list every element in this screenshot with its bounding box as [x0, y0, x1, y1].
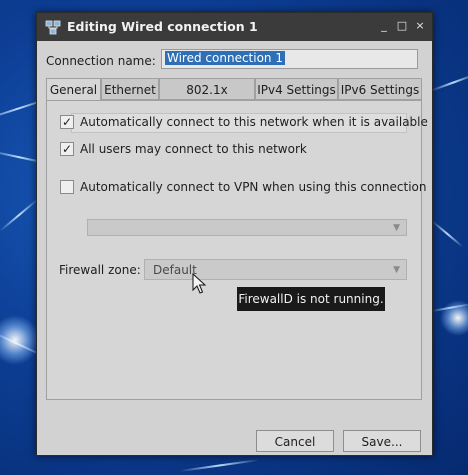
network-icon [45, 20, 61, 35]
all-users-checkbox[interactable]: ✓ [60, 142, 74, 156]
minimize-button[interactable]: _ [377, 19, 391, 33]
check-icon: ✓ [61, 142, 73, 156]
close-button[interactable]: × [413, 19, 427, 33]
cancel-button[interactable]: Cancel [256, 430, 334, 452]
firewall-tooltip: FirewallD is not running. [237, 287, 385, 311]
connection-name-value: Wired connection 1 [165, 51, 285, 65]
save-button[interactable]: Save... [343, 430, 421, 452]
window-title: Editing Wired connection 1 [67, 19, 258, 34]
chevron-down-icon: ▼ [393, 223, 400, 233]
firewall-zone-value: Default [153, 263, 197, 277]
edit-connection-window: Editing Wired connection 1 _ □ × Connect… [36, 12, 433, 456]
tab-bar: General Ethernet 802.1x Security IPv4 Se… [46, 78, 422, 119]
auto-connect-checkbox[interactable]: ✓ [60, 115, 74, 129]
title-bar[interactable]: Editing Wired connection 1 _ □ × [37, 13, 432, 41]
all-users-label: All users may connect to this network [80, 142, 307, 156]
tab-8021x-security[interactable]: 802.1x Security [159, 78, 255, 119]
chevron-down-icon: ▼ [393, 265, 400, 275]
tab-ethernet[interactable]: Ethernet [101, 78, 159, 100]
vpn-auto-connect-label: Automatically connect to VPN when using … [80, 180, 427, 194]
tab-ipv4-settings[interactable]: IPv4 Settings [255, 78, 338, 100]
vpn-auto-connect-checkbox[interactable] [60, 180, 74, 194]
vpn-select[interactable]: ▼ [87, 219, 407, 236]
check-icon: ✓ [61, 115, 73, 129]
firewall-zone-label: Firewall zone: [59, 263, 141, 277]
connection-name-input[interactable]: Wired connection 1 [161, 49, 418, 69]
tab-ipv6-settings[interactable]: IPv6 Settings [338, 78, 422, 100]
tab-general[interactable]: General [46, 78, 101, 101]
auto-connect-label: Automatically connect to this network wh… [80, 115, 428, 129]
firewall-zone-select[interactable]: Default ▼ [144, 259, 407, 280]
mouse-cursor-icon [192, 273, 207, 294]
maximize-button[interactable]: □ [395, 19, 409, 33]
connection-name-label: Connection name: [46, 54, 156, 68]
